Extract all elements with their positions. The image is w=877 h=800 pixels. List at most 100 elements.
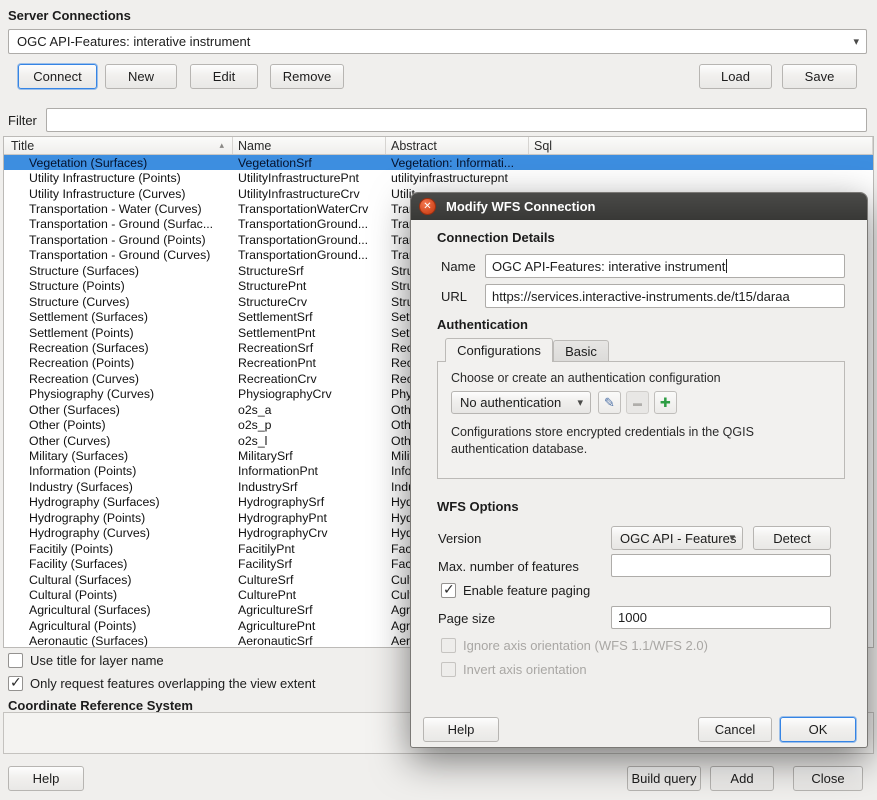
add-button[interactable]: Add (710, 766, 774, 791)
close-icon[interactable]: ✕ (419, 198, 436, 215)
detect-button[interactable]: Detect (753, 526, 831, 550)
close-button[interactable]: Close (793, 766, 863, 791)
cell-title: Structure (Points) (4, 279, 233, 294)
cell-title: Other (Points) (4, 417, 233, 432)
cell-title: Recreation (Curves) (4, 371, 233, 386)
version-select-value: OGC API - Features (620, 531, 736, 546)
column-header-label: Title (11, 139, 34, 153)
cell-title: Facitily (Points) (4, 541, 233, 556)
checkbox-box (441, 583, 456, 598)
cell-name: RecreationSrf (233, 340, 386, 355)
overlap-extent-checkbox[interactable]: Only request features overlapping the vi… (8, 676, 315, 691)
max-features-label: Max. number of features (438, 559, 579, 574)
cell-title: Structure (Curves) (4, 294, 233, 309)
column-header-label: Sql (534, 139, 552, 153)
cell-name: AgriculturePnt (233, 618, 386, 633)
name-label: Name (441, 259, 476, 274)
cell-name: PhysiographyCrv (233, 387, 386, 402)
checkbox-box (8, 676, 23, 691)
max-features-field[interactable] (611, 554, 831, 577)
cell-title: Physiography (Curves) (4, 387, 233, 402)
cell-name: SettlementSrf (233, 309, 386, 324)
cell-name: IndustrySrf (233, 479, 386, 494)
table-row[interactable]: Vegetation (Surfaces)VegetationSrfVegeta… (4, 155, 873, 170)
table-row[interactable]: Utility Infrastructure (Points)UtilityIn… (4, 170, 873, 185)
auth-config-select[interactable]: No authentication ▾ (451, 391, 591, 414)
page-size-value: 1000 (618, 610, 647, 625)
chevron-down-icon: ▾ (577, 395, 583, 408)
page-size-field[interactable]: 1000 (611, 606, 831, 629)
cell-title: Facility (Surfaces) (4, 556, 233, 571)
cell-name: UtilityInfrastructureCrv (233, 186, 386, 201)
cell-title: Industry (Surfaces) (4, 479, 233, 494)
cell-name: TransportationGround... (233, 232, 386, 247)
dialog-titlebar[interactable]: ✕ Modify WFS Connection (411, 193, 867, 220)
page-size-label: Page size (438, 611, 495, 626)
checkbox-label: Invert axis orientation (463, 662, 587, 677)
cell-title: Military (Surfaces) (4, 448, 233, 463)
connection-select[interactable]: OGC API-Features: interative instrument … (8, 29, 867, 54)
version-select[interactable]: OGC API - Features ▾ (611, 526, 743, 550)
sort-ascending-icon: ▴ (219, 140, 224, 151)
pencil-icon: ✎ (604, 395, 615, 411)
add-auth-config-button[interactable]: ✚ (654, 391, 677, 414)
cell-name: FacitilyPnt (233, 541, 386, 556)
connect-button[interactable]: Connect (18, 64, 97, 89)
remove-auth-config-button[interactable]: ▬ (626, 391, 649, 414)
cell-abstract: utilityinfrastructurepnt (386, 170, 529, 185)
server-connections-title: Server Connections (8, 8, 131, 23)
remove-button[interactable]: Remove (270, 64, 344, 89)
url-field[interactable]: https://services.interactive-instruments… (485, 284, 845, 308)
checkbox-box (441, 662, 456, 677)
cell-name: TransportationGround... (233, 248, 386, 263)
cell-title: Vegetation (Surfaces) (4, 155, 233, 170)
cell-name: StructurePnt (233, 279, 386, 294)
dialog-body: Connection Details Name OGC API-Features… (411, 220, 867, 747)
edit-button[interactable]: Edit (190, 64, 258, 89)
column-header-name[interactable]: Name (233, 137, 386, 154)
cell-name: TransportationGround... (233, 217, 386, 232)
auth-config-select-value: No authentication (460, 395, 561, 410)
connection-details-heading: Connection Details (437, 230, 555, 245)
cell-title: Hydrography (Surfaces) (4, 495, 233, 510)
tab-basic[interactable]: Basic (553, 340, 609, 362)
cell-name: MilitarySrf (233, 448, 386, 463)
new-button[interactable]: New (105, 64, 177, 89)
close-glyph: ✕ (423, 201, 431, 212)
tab-configurations[interactable]: Configurations (445, 338, 553, 362)
cell-title: Settlement (Points) (4, 325, 233, 340)
name-field[interactable]: OGC API-Features: interative instrument (485, 254, 845, 278)
cell-name: SettlementPnt (233, 325, 386, 340)
cell-name: HydrographySrf (233, 495, 386, 510)
cell-title: Transportation - Ground (Points) (4, 232, 233, 247)
filter-input[interactable] (46, 108, 867, 132)
column-header-abstract[interactable]: Abstract (386, 137, 529, 154)
load-button[interactable]: Load (699, 64, 772, 89)
plus-icon: ✚ (660, 395, 671, 411)
cell-title: Other (Surfaces) (4, 402, 233, 417)
save-button[interactable]: Save (782, 64, 857, 89)
column-header-title[interactable]: Title ▴ (4, 137, 233, 154)
cell-title: Structure (Surfaces) (4, 263, 233, 278)
enable-paging-checkbox[interactable]: Enable feature paging (441, 583, 590, 598)
authentication-heading: Authentication (437, 317, 528, 332)
name-field-value: OGC API-Features: interative instrument (492, 259, 725, 274)
use-title-checkbox[interactable]: Use title for layer name (8, 653, 164, 668)
cell-name: TransportationWaterCrv (233, 201, 386, 216)
cell-name: VegetationSrf (233, 155, 386, 170)
cell-name: HydrographyCrv (233, 526, 386, 541)
wfs-options-heading: WFS Options (437, 499, 519, 514)
column-header-sql[interactable]: Sql (529, 137, 873, 154)
build-query-button[interactable]: Build query (627, 766, 701, 791)
dialog-title: Modify WFS Connection (446, 199, 595, 214)
cell-name: InformationPnt (233, 464, 386, 479)
dialog-help-button[interactable]: Help (423, 717, 499, 742)
help-button[interactable]: Help (8, 766, 84, 791)
cell-name: FacilitySrf (233, 556, 386, 571)
ok-button[interactable]: OK (780, 717, 856, 742)
cell-title: Utility Infrastructure (Points) (4, 170, 233, 185)
invert-axis-checkbox: Invert axis orientation (441, 662, 587, 677)
cancel-button[interactable]: Cancel (698, 717, 772, 742)
cell-title: Transportation - Water (Curves) (4, 201, 233, 216)
edit-auth-config-button[interactable]: ✎ (598, 391, 621, 414)
